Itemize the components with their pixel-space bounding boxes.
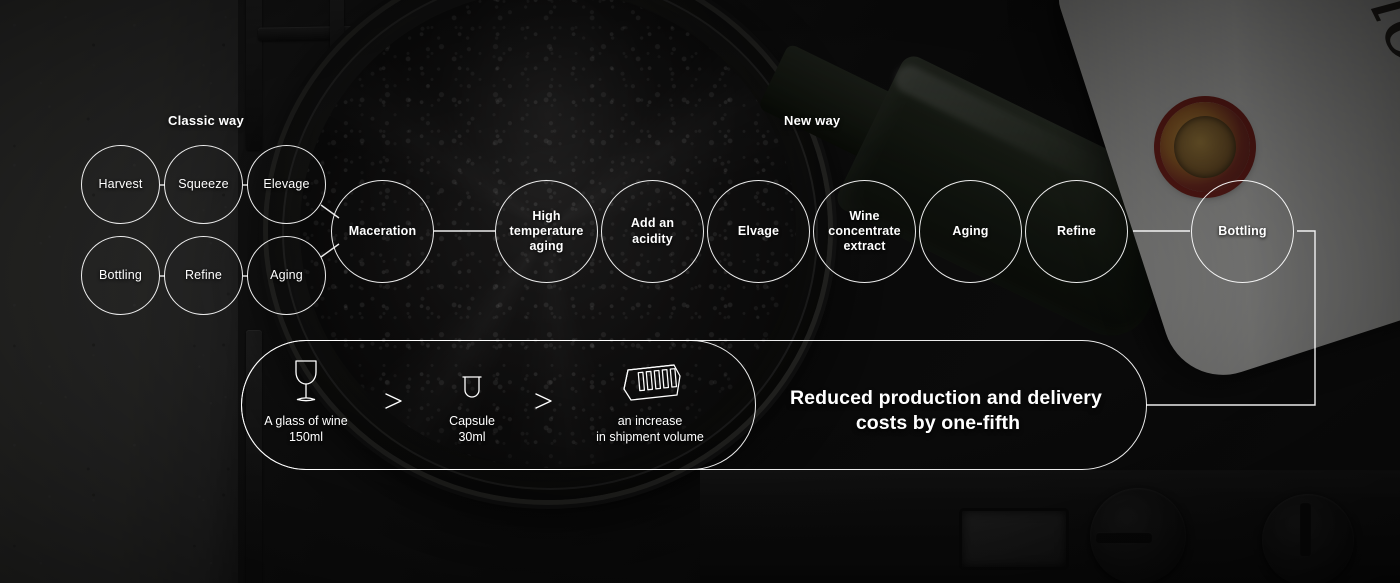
node-bottling-new[interactable]: Bottling xyxy=(1191,180,1294,283)
node-harvest[interactable]: Harvest xyxy=(81,145,160,224)
node-label: Bottling xyxy=(99,267,142,282)
node-label: Bottling xyxy=(1218,223,1267,238)
node-refine-new[interactable]: Refine xyxy=(1025,180,1128,283)
node-label: Aging xyxy=(952,223,989,238)
node-bottling-classic[interactable]: Bottling xyxy=(81,236,160,315)
node-refine-classic[interactable]: Refine xyxy=(164,236,243,315)
metric-line-1: an increase xyxy=(617,414,683,428)
node-label: Maceration xyxy=(348,223,417,238)
node-high-temperature-aging[interactable]: High temperature aging xyxy=(495,180,598,283)
capsule-icon xyxy=(420,358,524,404)
node-wine-concentrate-extract[interactable]: Wine concentrate extract xyxy=(813,180,916,283)
node-label: Squeeze xyxy=(178,176,229,191)
node-label: Aging xyxy=(270,267,303,282)
wine-glass-icon xyxy=(246,358,366,404)
section-label-new: New way xyxy=(784,113,841,128)
headline-line-2: costs by one-fifth xyxy=(855,411,1021,434)
metric-shipment-volume: an increase in shipment volume xyxy=(570,358,730,445)
metric-line-1: A glass of wine xyxy=(264,414,348,428)
headline-line-1: Reduced production and delivery xyxy=(790,387,1102,409)
results-headline: Reduced production and delivery costs by… xyxy=(790,386,1102,436)
process-diagram: Classic way New way Harvest Squeeze Elev… xyxy=(0,0,1400,583)
metric-glass-of-wine: A glass of wine 150ml xyxy=(246,358,366,445)
shipping-container-icon xyxy=(570,358,730,404)
node-label: Wine concentrate extract xyxy=(828,208,901,254)
metric-capsule: Capsule 30ml xyxy=(420,358,524,445)
node-maceration[interactable]: Maceration xyxy=(331,180,434,283)
node-label: Elevage xyxy=(263,176,310,191)
node-aging-classic[interactable]: Aging xyxy=(247,236,326,315)
node-add-an-acidity[interactable]: Add an acidity xyxy=(601,180,704,283)
node-elvage[interactable]: Elvage xyxy=(707,180,810,283)
node-aging-new[interactable]: Aging xyxy=(919,180,1022,283)
node-label: Harvest xyxy=(98,176,143,191)
node-squeeze[interactable]: Squeeze xyxy=(164,145,243,224)
infographic-canvas: Carlo Ross xyxy=(0,0,1400,583)
node-label: Elvage xyxy=(737,223,780,238)
arrow-right-icon xyxy=(533,392,561,415)
node-label: High temperature aging xyxy=(509,208,584,254)
metric-line-2: 150ml xyxy=(288,430,324,444)
node-label: Add an acidity xyxy=(630,216,675,246)
arrow-right-icon xyxy=(383,392,411,415)
metric-line-1: Capsule xyxy=(449,414,495,428)
metric-line-2: 30ml xyxy=(458,430,486,444)
node-elevage[interactable]: Elevage xyxy=(247,145,326,224)
section-label-classic: Classic way xyxy=(168,113,244,128)
metric-line-2: in shipment volume xyxy=(596,430,704,444)
node-label: Refine xyxy=(1056,223,1097,238)
node-label: Refine xyxy=(184,267,223,282)
